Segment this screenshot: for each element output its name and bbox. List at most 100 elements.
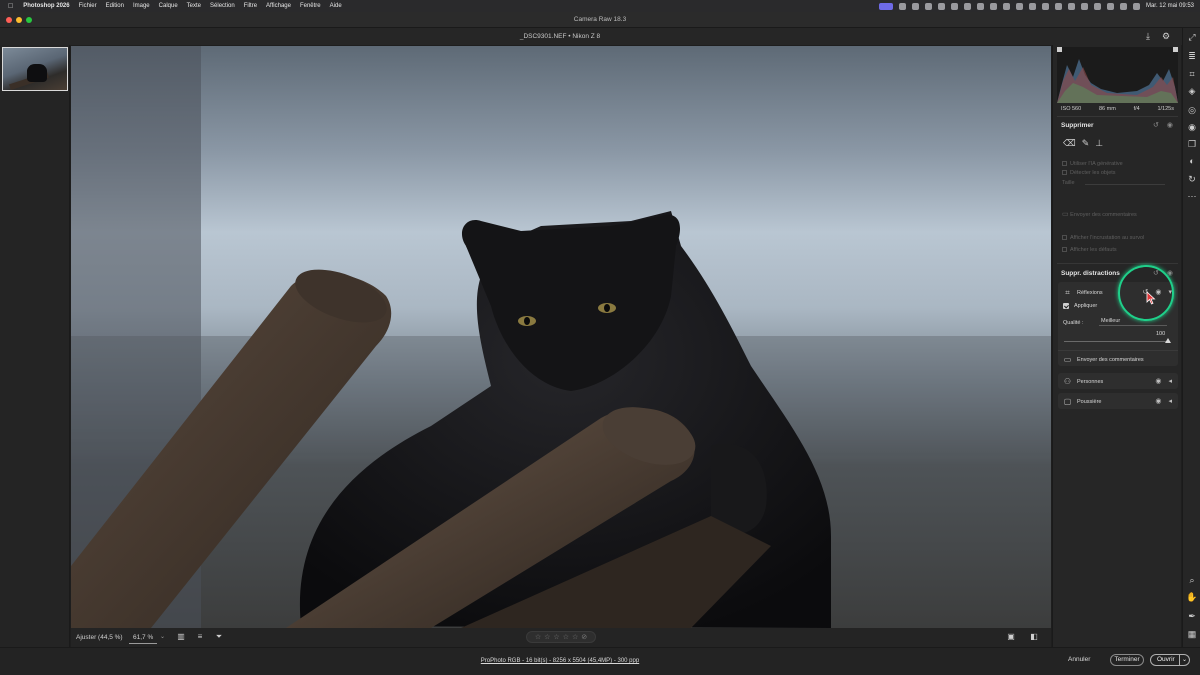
crop-icon[interactable]: ⌗ <box>1186 68 1198 80</box>
status-icon[interactable] <box>898 2 906 10</box>
status-icon[interactable] <box>963 2 971 10</box>
done-button[interactable]: Terminer <box>1110 654 1144 666</box>
send-feedback-button[interactable]: ▭ Envoyer des commentaires <box>1063 355 1144 364</box>
remove-tool-icon[interactable]: ◈ <box>1186 85 1198 97</box>
red-eye-icon[interactable]: ◉ <box>1186 121 1198 133</box>
status-icon[interactable] <box>976 2 984 10</box>
gear-icon[interactable]: ⚙ <box>1161 31 1171 41</box>
people-row[interactable]: ⚇ Personnes <box>1063 377 1103 386</box>
chevron-left-icon[interactable]: ◂ <box>1168 397 1172 405</box>
status-icon[interactable] <box>989 2 997 10</box>
edit-sliders-icon[interactable]: ≣ <box>1186 50 1198 62</box>
menu-filtre[interactable]: Filtre <box>244 3 257 9</box>
quality-dropdown[interactable]: Meilleur <box>1099 318 1167 326</box>
hand-icon[interactable]: ✋ <box>1186 591 1198 603</box>
wifi-icon[interactable] <box>1106 2 1114 10</box>
grid-icon[interactable]: ▦ <box>1186 628 1198 640</box>
before-after-icon[interactable]: ▣ <box>1006 632 1016 642</box>
status-icon[interactable] <box>1002 2 1010 10</box>
slider-value[interactable]: 100 <box>1156 331 1165 337</box>
eye-icon[interactable]: ◉ <box>1155 397 1161 405</box>
filmstrip-thumbnail[interactable] <box>2 47 68 91</box>
eraser-icon[interactable]: ⌫ <box>1063 138 1076 149</box>
star-icon[interactable]: ☆ <box>553 633 559 641</box>
chevron-down-icon[interactable]: ⌄ <box>1178 655 1187 665</box>
status-icon[interactable] <box>1041 2 1049 10</box>
chevron-down-icon[interactable]: ⌄ <box>160 633 165 640</box>
star-icon[interactable]: ☆ <box>563 633 569 641</box>
status-icon[interactable] <box>924 2 932 10</box>
status-app-icon[interactable] <box>878 2 893 10</box>
zoom-level-field[interactable]: 61,7 % <box>133 634 153 641</box>
star-icon[interactable]: ☆ <box>535 633 541 641</box>
size-slider[interactable] <box>1085 184 1165 185</box>
apply-checkbox[interactable] <box>1063 303 1069 309</box>
status-icon[interactable] <box>937 2 945 10</box>
menu-fenetre[interactable]: Fenêtre <box>300 3 321 9</box>
more-icon[interactable]: ⋯ <box>1186 190 1198 202</box>
sort-icon[interactable]: ≡ <box>195 632 205 642</box>
stamp-icon[interactable]: ⊥ <box>1095 138 1103 149</box>
presets-icon[interactable]: ❐ <box>1186 138 1198 150</box>
snapshots-icon[interactable]: ◐ <box>1186 155 1198 167</box>
open-button[interactable]: Ouvrir ⌄ <box>1150 654 1190 666</box>
apple-icon[interactable]:  <box>8 3 13 10</box>
highlight-clipping-icon[interactable] <box>1173 47 1178 52</box>
status-icon[interactable] <box>911 2 919 10</box>
menu-fichier[interactable]: Fichier <box>79 3 97 9</box>
brush-icon[interactable]: ✎ <box>1082 138 1090 149</box>
show-defaults-option[interactable]: Afficher les défauts <box>1062 247 1117 253</box>
show-overlay-option[interactable]: Afficher l'incrustation au survol <box>1062 235 1144 241</box>
shadow-clipping-icon[interactable] <box>1057 47 1062 52</box>
menu-edition[interactable]: Edition <box>106 3 124 9</box>
slider-thumb[interactable] <box>1165 338 1171 343</box>
menu-app-name[interactable]: Photoshop 2026 <box>23 3 69 9</box>
star-rating[interactable]: ☆ ☆ ☆ ☆ ☆ ⊘ <box>526 631 596 643</box>
filter-icon[interactable]: ⏷ <box>214 632 224 642</box>
trash-icon[interactable]: ⊘ <box>581 633 587 641</box>
menu-texte[interactable]: Texte <box>187 3 201 9</box>
zoom-icon[interactable]: ⌕ <box>1186 574 1198 586</box>
eye-icon[interactable]: ◉ <box>1167 121 1173 129</box>
mask-icon[interactable]: ◎ <box>1186 104 1198 116</box>
status-icon[interactable] <box>1067 2 1075 10</box>
zoom-fit-button[interactable]: Ajuster (44,5 %) <box>76 634 123 641</box>
menu-image[interactable]: Image <box>133 3 150 9</box>
filmstrip-toggle-icon[interactable]: ▥ <box>176 632 186 642</box>
reflections-slider[interactable] <box>1064 341 1168 342</box>
status-icon[interactable] <box>1028 2 1036 10</box>
generative-ai-option[interactable]: Utiliser l'IA générative <box>1062 161 1123 167</box>
clock[interactable]: Mar. 12 mai 09:53 <box>1146 3 1194 9</box>
search-icon[interactable] <box>1119 2 1127 10</box>
star-icon[interactable]: ☆ <box>544 633 550 641</box>
save-icon[interactable]: ⤓ <box>1143 31 1153 41</box>
people-card[interactable]: ⚇ Personnes ◉ ◂ <box>1058 373 1178 389</box>
history-icon[interactable]: ↻ <box>1186 173 1198 185</box>
cancel-button[interactable]: Annuler <box>1068 656 1090 663</box>
chevron-left-icon[interactable]: ◂ <box>1168 377 1172 385</box>
send-feedback-dim[interactable]: ▭ Envoyer des commentaires <box>1062 210 1137 218</box>
battery-icon[interactable] <box>1093 2 1101 10</box>
menu-selection[interactable]: Sélection <box>210 3 235 9</box>
main-photo[interactable] <box>71 46 1051 628</box>
control-center-icon[interactable] <box>1132 2 1140 10</box>
dust-row[interactable]: ▢ Poussière <box>1063 397 1102 406</box>
status-icon[interactable] <box>1080 2 1088 10</box>
color-sampler-icon[interactable]: ✒ <box>1186 610 1198 622</box>
status-icon[interactable] <box>1054 2 1062 10</box>
menu-affichage[interactable]: Affichage <box>266 3 291 9</box>
fullscreen-icon[interactable]: ⤢ <box>1186 31 1198 43</box>
reset-icon[interactable]: ↺ <box>1153 121 1159 129</box>
status-icon[interactable] <box>1015 2 1023 10</box>
menu-aide[interactable]: Aide <box>330 3 342 9</box>
split-view-icon[interactable]: ◧ <box>1029 632 1039 642</box>
eye-icon[interactable]: ◉ <box>1155 377 1161 385</box>
status-icon[interactable] <box>950 2 958 10</box>
apply-checkbox-row[interactable]: Appliquer <box>1063 303 1097 309</box>
star-icon[interactable]: ☆ <box>572 633 578 641</box>
workflow-options-link[interactable]: ProPhoto RGB - 16 bit(s) - 8256 x 5504 (… <box>0 658 1120 664</box>
reflections-row[interactable]: ⌗ Réflexions <box>1063 288 1102 298</box>
dust-card[interactable]: ▢ Poussière ◉ ◂ <box>1058 393 1178 409</box>
menu-calque[interactable]: Calque <box>159 3 178 9</box>
detect-objects-option[interactable]: Détecter les objets <box>1062 170 1116 176</box>
